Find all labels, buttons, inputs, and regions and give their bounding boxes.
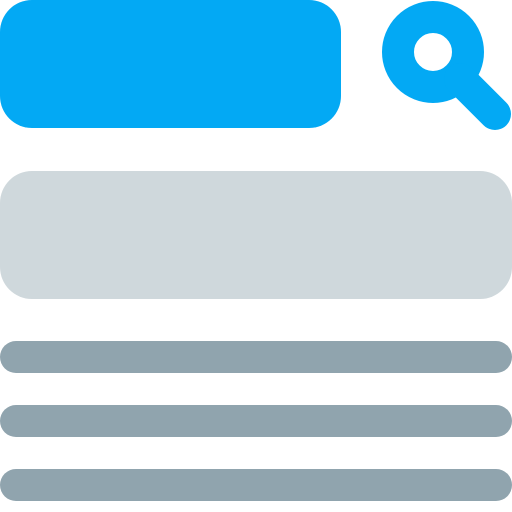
search-icon[interactable] — [381, 0, 512, 131]
search-input[interactable] — [0, 0, 341, 128]
text-line-placeholder — [0, 405, 512, 437]
text-line-placeholder — [0, 469, 512, 501]
text-line-placeholder — [0, 341, 512, 373]
content-card — [0, 171, 512, 299]
